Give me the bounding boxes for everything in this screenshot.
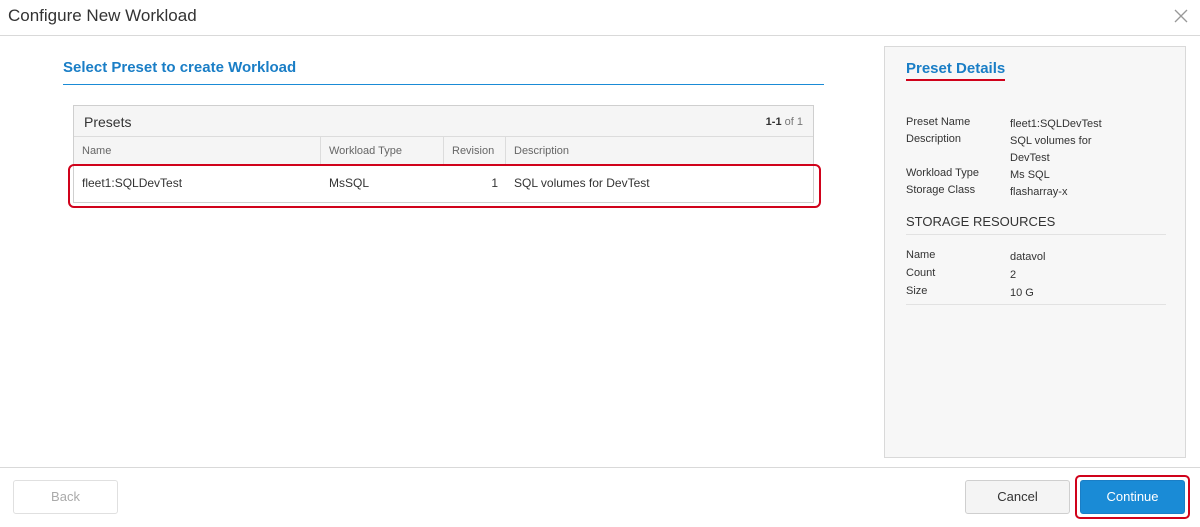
pagination-range: 1-1 bbox=[765, 116, 782, 128]
divider bbox=[906, 234, 1166, 235]
detail-value: fleet1:SQLDevTest bbox=[1010, 118, 1102, 130]
resource-label: Count bbox=[906, 267, 936, 279]
section-title: Select Preset to create Workload bbox=[63, 59, 297, 76]
cell-revision: 1 bbox=[491, 176, 498, 190]
column-header-revision[interactable]: Revision bbox=[444, 137, 506, 165]
back-button[interactable]: Back bbox=[13, 480, 118, 514]
detail-value: flasharray-x bbox=[1010, 186, 1068, 198]
presets-table: Presets 1-1 of 1 Name Workload Type Revi… bbox=[73, 105, 814, 203]
column-header-name[interactable]: Name bbox=[74, 137, 321, 165]
cell-workload-type: MsSQL bbox=[329, 176, 370, 190]
pagination-total: of 1 bbox=[784, 116, 803, 128]
storage-resources-title: STORAGE RESOURCES bbox=[906, 214, 1056, 229]
table-row[interactable]: fleet1:SQLDevTest MsSQL 1 SQL volumes fo… bbox=[74, 165, 813, 202]
pagination-info: 1-1 of 1 bbox=[766, 116, 803, 128]
presets-label: Presets bbox=[84, 114, 132, 130]
section-header: Select Preset to create Workload bbox=[63, 59, 824, 85]
dialog-title: Configure New Workload bbox=[8, 6, 197, 25]
detail-value: Ms SQL bbox=[1010, 169, 1050, 181]
close-icon[interactable] bbox=[1172, 7, 1190, 25]
detail-label: Preset Name bbox=[906, 116, 971, 128]
divider bbox=[906, 304, 1166, 305]
resource-value: 10 G bbox=[1010, 287, 1034, 299]
dialog-footer: Back Cancel Continue bbox=[0, 467, 1200, 527]
cancel-button[interactable]: Cancel bbox=[965, 480, 1070, 514]
preset-details-panel: Preset Details Preset Name fleet1:SQLDev… bbox=[884, 46, 1186, 458]
column-header-description[interactable]: Description bbox=[506, 137, 814, 165]
detail-label: Workload Type bbox=[906, 167, 979, 179]
dialog-titlebar: Configure New Workload bbox=[0, 0, 1200, 36]
resource-value: datavol bbox=[1010, 251, 1046, 263]
table-column-headers: Name Workload Type Revision Description bbox=[74, 137, 813, 165]
cell-description: SQL volumes for DevTest bbox=[514, 176, 650, 190]
presets-table-header: Presets 1-1 of 1 bbox=[74, 106, 813, 137]
resource-value: 2 bbox=[1010, 269, 1017, 281]
detail-label: Storage Class bbox=[906, 184, 976, 196]
column-header-workload-type[interactable]: Workload Type bbox=[321, 137, 444, 165]
resource-label: Size bbox=[906, 285, 928, 297]
detail-label: Description bbox=[906, 133, 962, 145]
resource-label: Name bbox=[906, 249, 936, 261]
dialog-body: Select Preset to create Workload Presets… bbox=[0, 37, 1200, 467]
preset-details-title: Preset Details bbox=[906, 60, 1006, 81]
detail-value: SQL volumes for DevTest bbox=[1010, 135, 1092, 164]
continue-button[interactable]: Continue bbox=[1080, 480, 1185, 514]
cell-name: fleet1:SQLDevTest bbox=[82, 176, 183, 190]
